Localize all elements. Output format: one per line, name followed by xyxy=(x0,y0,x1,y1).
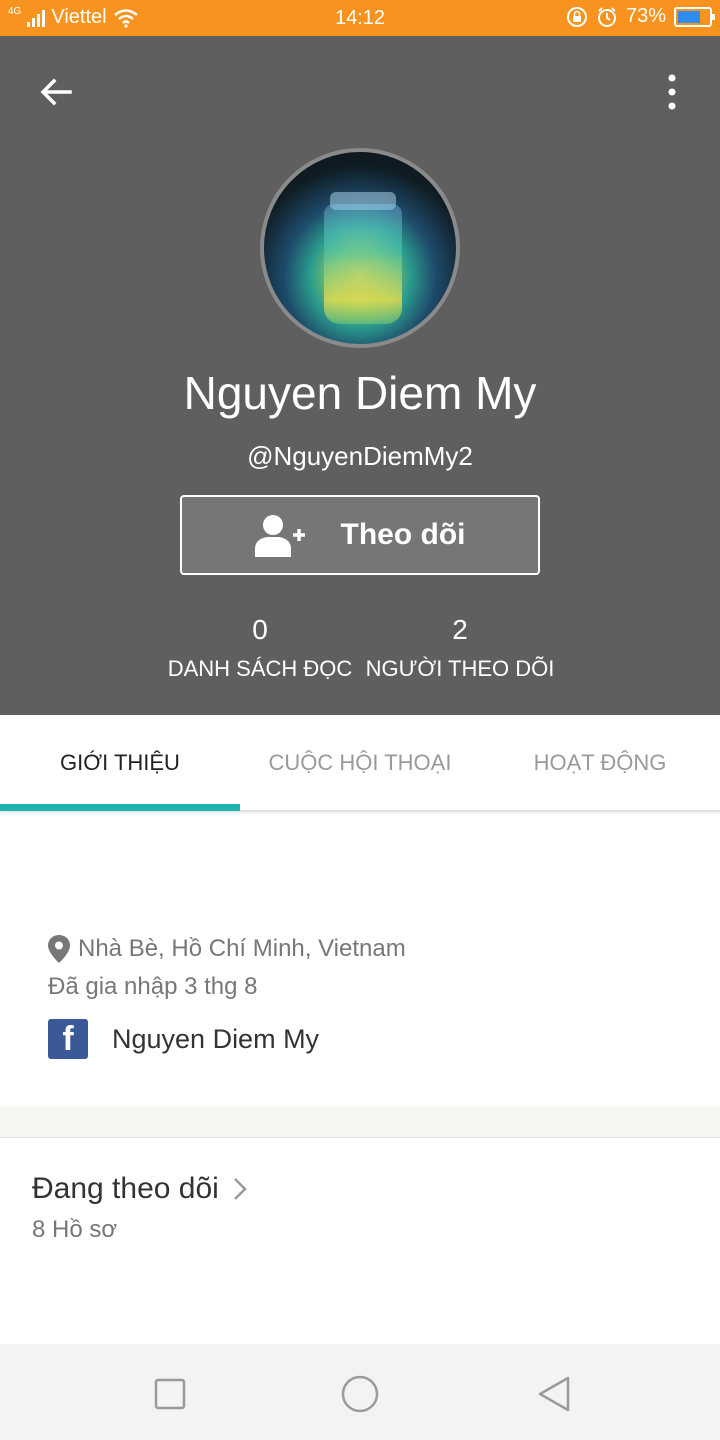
tab-activity[interactable]: HOẠT ĐỘNG xyxy=(480,715,720,811)
stat-reading-lists-value: 0 xyxy=(252,614,268,645)
profile-tabs: GIỚI THIỆU CUỘC HỘI THOẠI HOẠT ĐỘNG xyxy=(0,715,720,811)
profile-name: Nguyen Diem My xyxy=(183,367,537,419)
profile-header: Nguyen Diem My @NguyenDiemMy2 Theo dõi 0… xyxy=(0,36,720,715)
avatar-jar xyxy=(324,204,402,324)
more-vertical-icon xyxy=(668,74,676,110)
tab-about[interactable]: GIỚI THIỆU xyxy=(0,715,240,811)
facebook-name: Nguyen Diem My xyxy=(112,1023,320,1054)
joined-date: Đã gia nhập 3 thg 8 xyxy=(48,973,258,1000)
battery-level xyxy=(678,10,700,23)
back-icon xyxy=(538,1376,570,1412)
arrow-left-icon xyxy=(40,78,72,106)
home-button[interactable] xyxy=(340,1374,380,1414)
status-right: 73% xyxy=(566,5,715,28)
follow-button-label: Theo dõi xyxy=(340,518,466,551)
location-row: Nhà Bè, Hồ Chí Minh, Vietnam xyxy=(48,935,688,963)
location-text: Nhà Bè, Hồ Chí Minh, Vietnam xyxy=(78,935,406,962)
facebook-icon: f xyxy=(48,1019,88,1059)
follow-button[interactable]: Theo dõi xyxy=(180,495,540,575)
battery-icon xyxy=(674,6,715,27)
chevron-right-icon xyxy=(233,1178,247,1200)
following-title: Đang theo dõi xyxy=(32,1172,219,1205)
stat-followers-value: 2 xyxy=(452,614,468,645)
home-icon xyxy=(341,1375,379,1413)
recent-apps-icon xyxy=(154,1378,186,1410)
status-bar: 4G Viettel 14:12 73% xyxy=(0,0,720,36)
alarm-icon xyxy=(597,6,616,27)
avatar[interactable] xyxy=(260,148,460,348)
section-divider xyxy=(0,1106,720,1138)
following-count: 8 Hồ sơ xyxy=(32,1216,118,1243)
location-pin-icon xyxy=(48,935,70,963)
about-section: Nhà Bè, Hồ Chí Minh, Vietnam Đã gia nhập… xyxy=(48,935,688,1059)
stat-followers[interactable]: 2 NGƯỜI THEO DÕI xyxy=(360,614,560,682)
tab-conversations[interactable]: CUỘC HỘI THOẠI xyxy=(240,715,480,811)
stat-reading-lists[interactable]: 0 DANH SÁCH ĐỌC xyxy=(160,614,360,682)
system-navigation-bar xyxy=(0,1344,720,1440)
stat-followers-label: NGƯỜI THEO DÕI xyxy=(365,656,555,681)
more-options-button[interactable] xyxy=(658,72,686,112)
back-nav-button[interactable] xyxy=(534,1374,574,1414)
profile-handle: @NguyenDiemMy2 xyxy=(247,441,473,471)
facebook-link[interactable]: f Nguyen Diem My xyxy=(48,1019,688,1059)
following-section[interactable]: Đang theo dõi 8 Hồ sơ xyxy=(32,1172,247,1244)
recent-apps-button[interactable] xyxy=(150,1374,190,1414)
back-button[interactable] xyxy=(36,72,76,112)
following-title-row: Đang theo dõi xyxy=(32,1172,247,1206)
rotation-lock-icon xyxy=(566,6,587,27)
stat-reading-lists-label: DANH SÁCH ĐỌC xyxy=(167,656,353,681)
battery-percent: 73% xyxy=(625,5,666,27)
add-user-icon xyxy=(254,515,305,557)
